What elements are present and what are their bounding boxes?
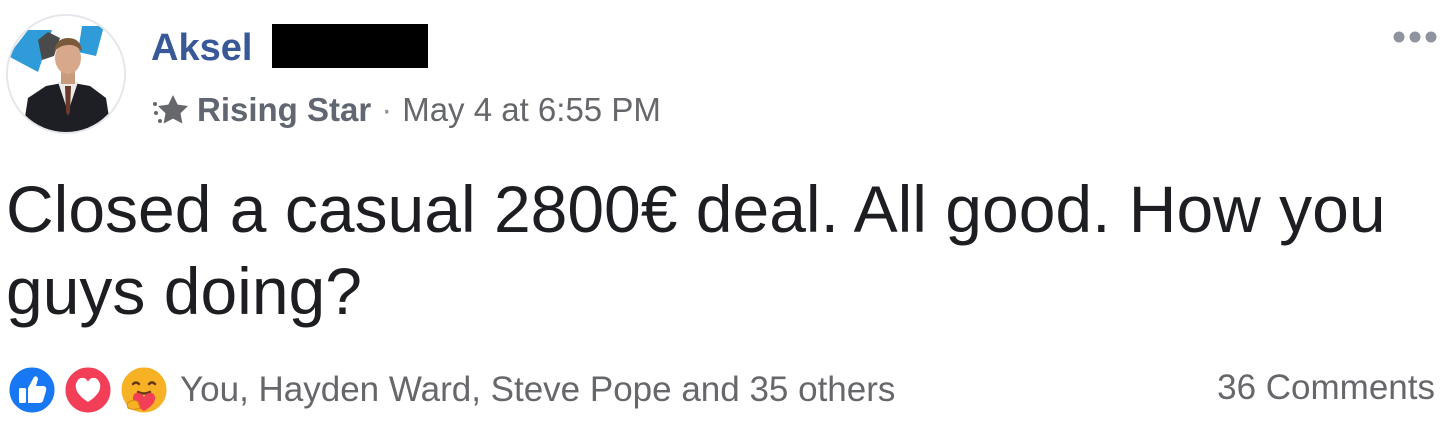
love-icon [62,364,114,416]
like-icon [6,364,58,416]
care-icon [118,364,170,416]
author-avatar[interactable] [6,14,126,134]
author-name[interactable]: Aksel [151,24,252,72]
avatar-photo [8,16,124,132]
ellipsis-icon [1393,31,1437,43]
badge-label[interactable]: Rising Star [197,91,371,129]
reactions-summary[interactable]: You, Hayden Ward, Steve Pope and 35 othe… [6,364,895,416]
reaction-icons [6,364,172,416]
meta-separator: · [381,91,393,128]
rising-star-icon [153,95,188,124]
redaction-bar [272,24,428,68]
post-timestamp[interactable]: May 4 at 6:55 PM [402,91,661,129]
post-meta: Rising Star · May 4 at 6:55 PM [151,88,661,132]
comments-count-link[interactable]: 36 Comments [1217,368,1435,408]
post-text: Closed a casual 2800€ deal. All good. Ho… [6,172,1386,328]
more-options-button[interactable] [1389,22,1441,52]
reaction-names[interactable]: You, Hayden Ward, Steve Pope and 35 othe… [180,370,895,410]
